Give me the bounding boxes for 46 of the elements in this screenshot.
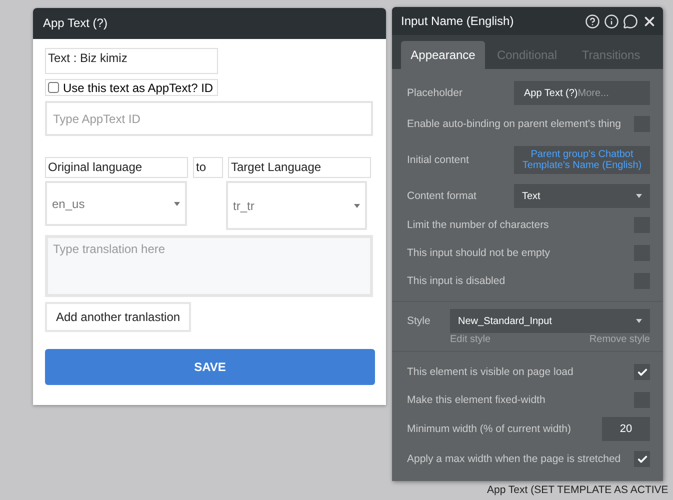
language-dropdown[interactable]: tr_tr: [226, 181, 367, 230]
target-language-label: Target Language: [228, 157, 371, 178]
option-label: This input is disabled: [407, 275, 506, 287]
format-dropdown[interactable]: Text: [514, 184, 650, 208]
option-label: Make this element fixed-width: [407, 394, 546, 406]
checkbox[interactable]: [48, 82, 59, 93]
dynamic-expression-field[interactable]: Parent group's Chatbot Template's Name (English): [514, 146, 650, 174]
language-dropdown[interactable]: en_us: [45, 181, 187, 226]
placeholder-field[interactable]: App Text (?)More...: [514, 81, 650, 105]
caret-icon: [636, 194, 642, 198]
field-label: Content format: [407, 190, 476, 202]
panel-title: Input Name (English): [401, 14, 514, 28]
option-label: Limit the number of characters: [407, 219, 549, 231]
checkbox[interactable]: [634, 451, 650, 467]
help-icon[interactable]: [585, 14, 600, 28]
number-field[interactable]: 20: [602, 417, 650, 441]
original-language-label: Original language: [45, 157, 188, 178]
text-label: Text : Biz kimiz: [45, 48, 218, 74]
field-label: Style: [407, 315, 430, 327]
edit-style-link[interactable]: Edit style: [450, 334, 491, 345]
remove-style-link[interactable]: Remove style: [589, 334, 650, 345]
field-label: Initial content: [407, 154, 469, 166]
option-label: This element is visible on page load: [407, 366, 574, 378]
apptext-id-field[interactable]: Type AppText ID: [45, 101, 373, 136]
checkmark-icon: [636, 366, 648, 378]
caret-icon: [354, 204, 360, 208]
add-translation-button[interactable]: Add another tranlastion: [45, 302, 191, 332]
checkmark-icon: [636, 454, 648, 464]
option-label: This input should not be empty: [407, 247, 550, 259]
checkbox[interactable]: [634, 364, 650, 380]
option-label: Enable auto-binding on parent element's thing: [407, 118, 621, 130]
info-icon[interactable]: [604, 14, 619, 28]
translation-field[interactable]: Type translation here: [45, 235, 373, 297]
comment-icon[interactable]: [623, 14, 638, 28]
field-label: Minimum width (% of current width): [407, 423, 571, 435]
checkbox-label[interactable]: Use this text as AppText? ID: [45, 79, 218, 96]
style-dropdown[interactable]: New_Standard_Input: [450, 309, 650, 333]
caret-icon: [174, 202, 180, 206]
caret-icon: [636, 319, 642, 323]
to-label: to: [193, 157, 223, 178]
panel-tab[interactable]: Appearance: [401, 41, 485, 69]
element-label: App Text (SET TEMPLATE AS ACTIVE: [487, 484, 668, 496]
dialog-title: App Text (?): [33, 8, 386, 39]
option-label: Apply a max width when the page is stretched: [407, 453, 621, 465]
save-button[interactable]: SAVE: [45, 349, 375, 385]
field-label: Placeholder: [407, 87, 462, 99]
